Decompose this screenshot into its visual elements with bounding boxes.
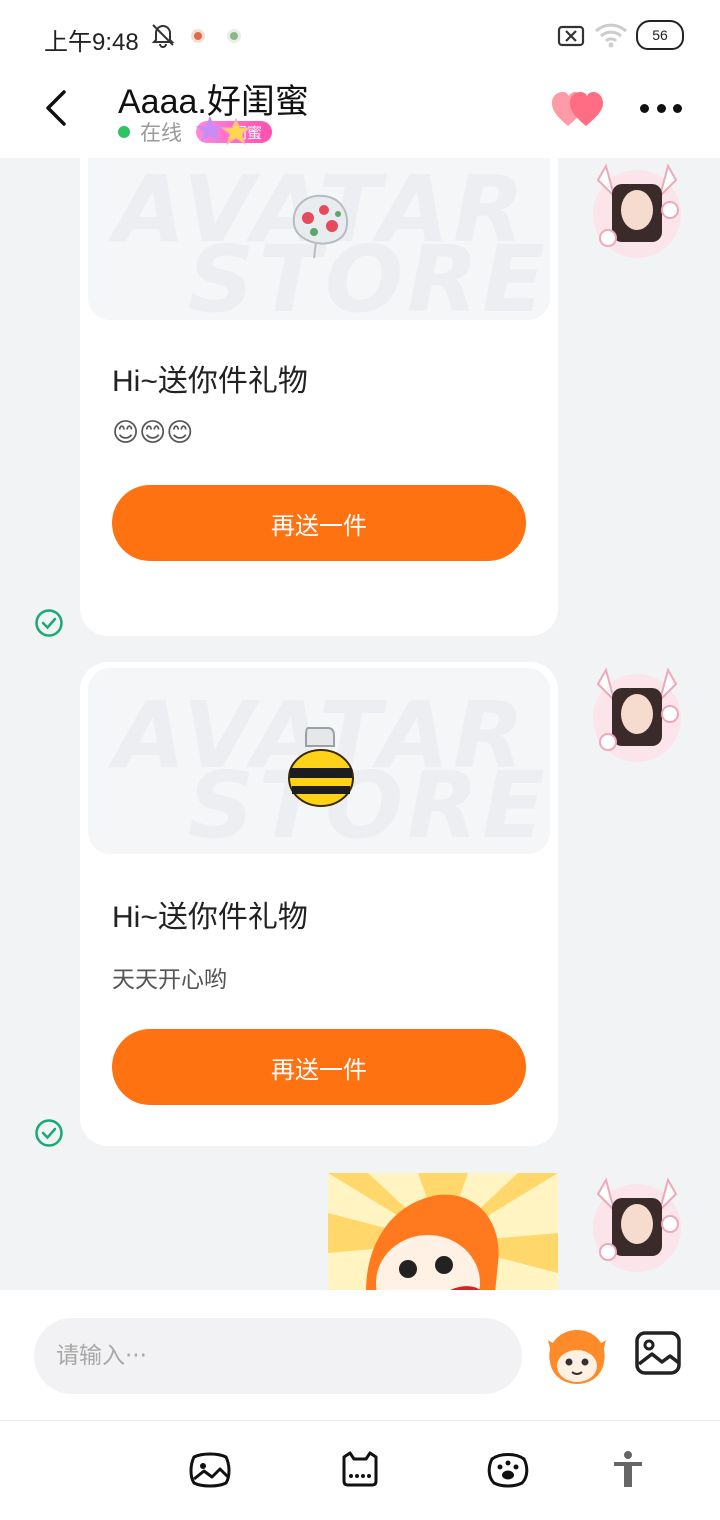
gift-card-title: Hi~送你件礼物 (112, 901, 308, 934)
user-avatar[interactable] (584, 158, 690, 264)
more-options-icon[interactable] (640, 102, 682, 114)
app-notification-icon (191, 29, 205, 43)
watermark-text: STORE (188, 752, 549, 854)
watermark-text: STORE (188, 226, 549, 321)
paw-icon[interactable] (486, 1449, 530, 1489)
gift-image: AVATAR STORE (88, 668, 550, 854)
keyboard-chat-icon[interactable] (338, 1449, 382, 1489)
status-bar: 上午9:48 56 (0, 0, 720, 72)
relationship-badge[interactable]: 闺蜜 (196, 116, 273, 146)
chat-area[interactable]: AVATAR STORE Hi~送你件礼物 😊😊😊 再送一件 AVATAR (0, 158, 720, 1290)
cartoon-mascot-sticker[interactable] (328, 1173, 558, 1290)
app-notification-icon (227, 29, 241, 43)
user-avatar[interactable] (584, 1172, 690, 1278)
gift-image: AVATAR STORE (88, 158, 550, 320)
emoji-mascot-icon[interactable] (544, 1326, 610, 1386)
bell-off-icon (151, 24, 175, 48)
wifi-icon (594, 23, 628, 48)
back-arrow-icon[interactable] (36, 86, 80, 130)
user-avatar[interactable] (584, 662, 690, 768)
online-status-text: 在线 (140, 121, 182, 145)
sent-check-icon (35, 1119, 63, 1147)
gift-message-card: AVATAR STORE Hi~送你件礼物 天天开心哟 再送一件 (80, 662, 558, 1146)
battery-level: 56 (652, 27, 668, 43)
message-input[interactable] (34, 1318, 522, 1394)
stars-icon (196, 116, 252, 146)
message-input-bar (0, 1290, 720, 1420)
mouse-gift-icon (292, 194, 348, 259)
send-again-button[interactable]: 再送一件 (112, 1029, 526, 1105)
album-icon[interactable] (188, 1449, 232, 1489)
intimacy-heart-icon[interactable] (552, 90, 604, 130)
sent-check-icon (35, 609, 63, 637)
bee-jar-gift-icon (288, 727, 354, 807)
gift-message-card: AVATAR STORE Hi~送你件礼物 😊😊😊 再送一件 (80, 158, 558, 636)
gift-card-title: Hi~送你件礼物 (112, 365, 308, 398)
status-time: 上午9:48 (44, 29, 139, 56)
bottom-toolbar (0, 1420, 720, 1520)
gift-card-message: 天天开心哟 (112, 967, 227, 993)
gift-card-message: 😊😊😊 (112, 418, 194, 448)
send-again-button[interactable]: 再送一件 (112, 485, 526, 561)
accessibility-icon[interactable] (610, 1449, 646, 1489)
online-dot-icon (118, 126, 130, 138)
sim-off-icon (557, 25, 585, 47)
battery-icon: 56 (636, 20, 684, 50)
image-picker-icon[interactable] (634, 1330, 682, 1376)
contact-status: 在线 闺蜜 (118, 116, 273, 146)
chat-header: Aaaa.好闺蜜 在线 闺蜜 (0, 72, 720, 158)
